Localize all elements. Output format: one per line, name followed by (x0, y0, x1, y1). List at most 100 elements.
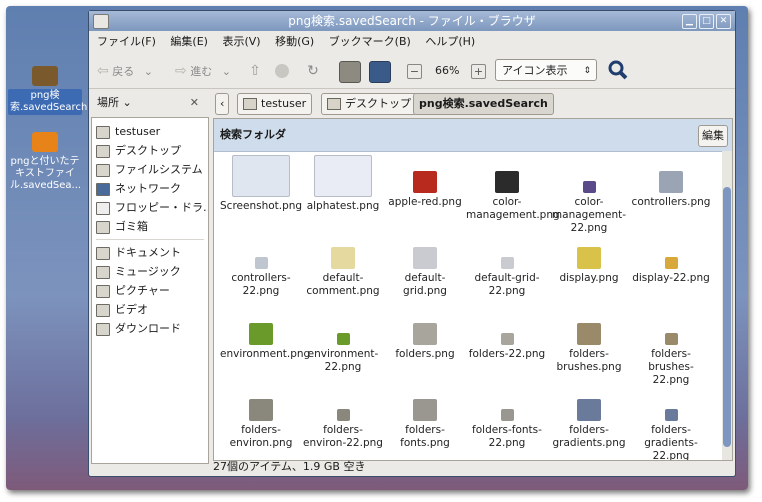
image-file-icon (314, 155, 372, 197)
file-item[interactable]: apple-red.png (384, 155, 466, 209)
computer-button[interactable] (369, 61, 391, 83)
breadcrumb-saved-search[interactable]: png検索.savedSearch (413, 93, 554, 115)
file-item[interactable]: default-grid.png (384, 231, 466, 298)
home-button[interactable] (339, 61, 361, 83)
search-button[interactable] (607, 59, 629, 81)
chevron-down-icon: ⌄ (221, 65, 231, 78)
sidebar-item-documents[interactable]: ドキュメント (92, 243, 208, 262)
toolbar: ⇦ 戻る ⌄ ⇨ 進む ⌄ ⇧ ↻ − 66% + アイコン表示 ⇕ (89, 54, 735, 89)
window-icon[interactable] (93, 14, 109, 29)
file-item[interactable]: Screenshot.png (220, 155, 302, 213)
desktop-icon-saved-search[interactable]: png検索.savedSearch (8, 66, 87, 115)
folder-icon (96, 322, 110, 336)
sidebar-item-filesystem[interactable]: ファイルシステム (92, 160, 208, 179)
stop-button[interactable] (275, 64, 289, 78)
file-item[interactable]: environment.png (220, 307, 310, 361)
scrollbar-thumb[interactable] (723, 187, 731, 447)
file-view: 検索フォルダ 編集 Screenshot.png alphatest.png app… (213, 118, 733, 461)
file-item[interactable]: folders-gradients.png (548, 383, 630, 450)
up-button[interactable]: ⇧ (245, 61, 265, 81)
sidebar-divider (96, 239, 204, 240)
file-item[interactable]: controllers-22.png (220, 231, 302, 298)
title-bar[interactable]: png検索.savedSearch - ファイル・ブラウザ ▁ □ ✕ (89, 11, 735, 31)
file-item[interactable]: display-22.png (630, 231, 712, 285)
updown-arrow-icon: ⇕ (583, 66, 591, 76)
file-item[interactable]: folders-brushes-22.png (630, 307, 712, 387)
search-icon (608, 60, 628, 80)
sidebar-item-label: ピクチャー (115, 284, 170, 297)
sidebar-item-label: ダウンロード (115, 322, 181, 335)
maximize-button[interactable]: □ (699, 14, 714, 29)
file-item[interactable]: environment-22.png (302, 307, 384, 374)
file-name: color-management-22.png (551, 196, 627, 234)
back-button[interactable]: ⇦ 戻る ⌄ (97, 60, 153, 82)
sidebar-item-downloads[interactable]: ダウンロード (92, 319, 208, 338)
menu-go[interactable]: 移動(G) (275, 35, 314, 48)
desktop-icon-label: pngと付いたテキストファイル.savedSea... (10, 156, 82, 191)
file-name: folders-fonts.png (400, 424, 450, 449)
sidebar-item-desktop[interactable]: デスクトップ (92, 141, 208, 160)
sidebar: testuser デスクトップ ファイルシステム ネットワーク フロッピー・ドラ… (91, 117, 209, 464)
menu-view[interactable]: 表示(V) (222, 35, 260, 48)
sidebar-item-network[interactable]: ネットワーク (92, 179, 208, 198)
folder-icon (32, 66, 58, 86)
close-button[interactable]: ✕ (716, 14, 731, 29)
menu-help[interactable]: ヘルプ(H) (425, 35, 475, 48)
file-item[interactable]: display.png (548, 231, 630, 285)
file-item[interactable]: default-grid-22.png (466, 231, 548, 298)
desktop-icon (96, 144, 110, 158)
zoom-out-button[interactable]: − (407, 64, 422, 79)
image-file-icon (659, 171, 683, 193)
breadcrumb-back-button[interactable]: ‹ (215, 93, 230, 115)
sidebar-item-label: testuser (115, 125, 161, 138)
sidebar-item-label: ビデオ (115, 303, 148, 316)
reload-button[interactable]: ↻ (303, 61, 323, 81)
close-icon[interactable]: ✕ (190, 91, 199, 115)
file-item[interactable]: folders-environ.png (220, 383, 302, 450)
sidebar-item-music[interactable]: ミュージック (92, 262, 208, 281)
zoom-in-button[interactable]: + (471, 64, 486, 79)
image-file-icon (413, 323, 437, 345)
minimize-button[interactable]: ▁ (682, 14, 697, 29)
file-browser-window: png検索.savedSearch - ファイル・ブラウザ ▁ □ ✕ ファイル… (88, 10, 736, 477)
menu-bookmarks[interactable]: ブックマーク(B) (329, 35, 411, 48)
file-item[interactable]: color-management-22.png (548, 155, 630, 235)
menu-edit[interactable]: 編集(E) (170, 35, 208, 48)
sidebar-header[interactable]: 場所 ⌄ ✕ (89, 91, 207, 115)
chevron-down-icon: ⌄ (143, 65, 153, 78)
menu-file[interactable]: ファイル(F) (97, 35, 156, 48)
edit-button[interactable]: 編集 (698, 125, 728, 147)
file-name: folders.png (395, 348, 455, 360)
sidebar-item-floppy[interactable]: フロッピー・ドラ… (92, 198, 208, 217)
file-item[interactable]: folders-22.png (466, 307, 548, 361)
drive-icon (96, 163, 110, 177)
folder-icon (32, 132, 58, 152)
image-file-icon (249, 323, 273, 345)
file-item[interactable]: folders-fonts.png (384, 383, 466, 450)
file-item[interactable]: alphatest.png (302, 155, 384, 213)
file-item[interactable]: color-management.png (466, 155, 560, 222)
sidebar-item-testuser[interactable]: testuser (92, 122, 208, 141)
image-file-icon (336, 333, 350, 345)
file-item[interactable]: folders.png (384, 307, 466, 361)
sidebar-item-label: デスクトップ (115, 144, 181, 157)
sidebar-item-trash[interactable]: ゴミ箱 (92, 217, 208, 236)
file-item[interactable]: folders-fonts-22.png (466, 383, 548, 450)
image-file-icon (577, 323, 601, 345)
desktop-icon-text-search[interactable]: pngと付いたテキストファイル.savedSea... (8, 132, 82, 193)
file-name: folders-brushes.png (556, 348, 622, 373)
file-item[interactable]: folders-gradients-22.png (630, 383, 712, 460)
image-file-icon (254, 257, 268, 269)
vertical-scrollbar[interactable] (722, 151, 732, 460)
breadcrumb-desktop[interactable]: デスクトップ (321, 93, 417, 115)
view-mode-select[interactable]: アイコン表示 ⇕ (495, 59, 597, 81)
desktop-icon (327, 98, 341, 110)
sidebar-item-videos[interactable]: ビデオ (92, 300, 208, 319)
sidebar-item-pictures[interactable]: ピクチャー (92, 281, 208, 300)
file-item[interactable]: default-comment.png (302, 231, 384, 298)
file-item[interactable]: folders-environ-22.png (302, 383, 384, 450)
file-item[interactable]: controllers.png (630, 155, 712, 209)
file-item[interactable]: folders-brushes.png (548, 307, 630, 374)
forward-button[interactable]: ⇨ 進む ⌄ (175, 60, 231, 82)
breadcrumb-testuser[interactable]: testuser (237, 93, 313, 115)
